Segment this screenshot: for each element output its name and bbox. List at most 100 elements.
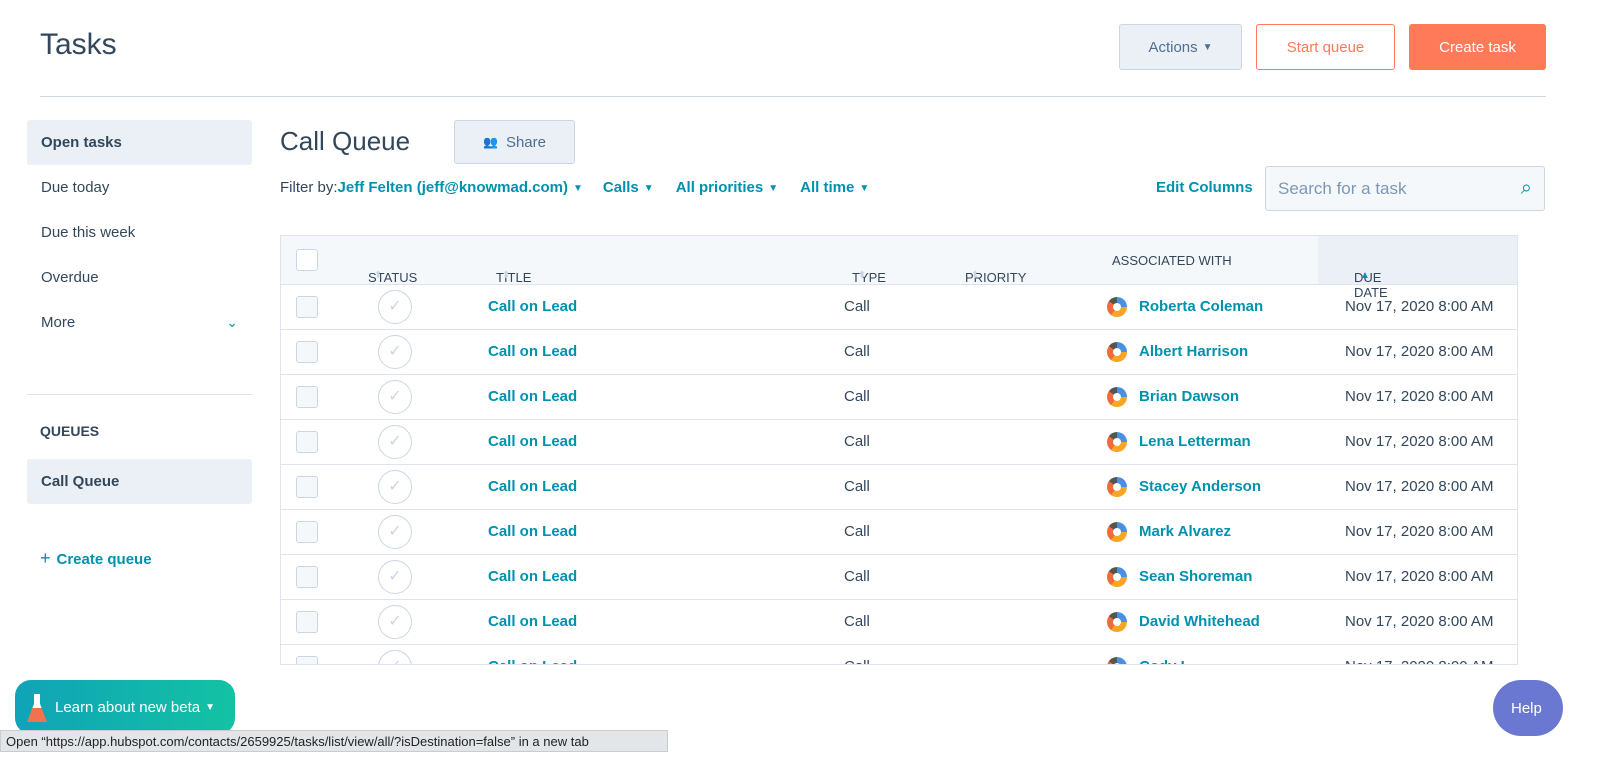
row-checkbox[interactable] — [296, 296, 318, 318]
complete-check-icon[interactable]: ✓ — [378, 515, 412, 549]
column-associated: ASSOCIATED WITH — [1112, 253, 1232, 268]
search-input[interactable]: Search for a task ⌕ — [1265, 166, 1545, 211]
due-date: Nov 17, 2020 8:00 AM — [1345, 613, 1494, 630]
sidebar-item-due-this-week[interactable]: Due this week — [27, 210, 252, 255]
complete-check-icon[interactable]: ✓ — [378, 380, 412, 414]
google-icon — [1107, 477, 1127, 497]
due-date: Nov 17, 2020 8:00 AM — [1345, 388, 1494, 405]
table-header: STATUS ⬍ TITLE ⬍ TYPE ⬍ PRIORITY ⬍ ASSOCIATE… — [281, 236, 1517, 300]
plus-icon: + — [40, 548, 51, 568]
table-row: ✓ Call on Lead Call Albert Harrison Nov … — [281, 330, 1517, 375]
contact-link[interactable]: Lena Letterman — [1139, 433, 1251, 450]
time-filter[interactable]: All time ▼ — [800, 179, 869, 196]
queues-heading: QUEUES — [40, 423, 100, 439]
task-title-link[interactable]: Call on Lead — [488, 523, 577, 540]
task-title-link[interactable]: Call on Lead — [488, 343, 577, 360]
table-row: ✓ Call on Lead Call David Whitehead Nov … — [281, 600, 1517, 645]
page-title: Tasks — [40, 28, 117, 61]
due-date: Nov 17, 2020 8:00 AM — [1345, 658, 1493, 664]
sidebar-item-call-queue[interactable]: Call Queue — [27, 459, 252, 504]
search-icon[interactable]: ⌕ — [1521, 177, 1532, 200]
task-title-link[interactable]: Call on Lead — [488, 658, 577, 664]
owner-filter[interactable]: Jeff Felten (jeff@knowmad.com) ▼ — [338, 179, 583, 196]
share-label: Share — [505, 133, 546, 151]
complete-check-icon[interactable]: ✓ — [378, 290, 412, 324]
task-type: Call — [844, 613, 870, 630]
complete-check-icon[interactable]: ✓ — [378, 335, 412, 369]
complete-check-icon[interactable]: ✓ — [378, 605, 412, 639]
filter-label: Filter by: — [280, 179, 338, 196]
row-checkbox[interactable] — [296, 611, 318, 633]
select-all-checkbox[interactable] — [296, 249, 318, 271]
sidebar-item-overdue[interactable]: Overdue — [27, 255, 252, 300]
row-checkbox[interactable] — [296, 431, 318, 453]
row-checkbox[interactable] — [296, 386, 318, 408]
row-checkbox[interactable] — [296, 521, 318, 543]
row-checkbox[interactable] — [296, 566, 318, 588]
queue-title: Call Queue — [280, 126, 411, 156]
learn-beta-button[interactable]: Learn about new beta ▼ — [15, 680, 235, 734]
complete-check-icon[interactable]: ✓ — [378, 560, 412, 594]
table-row: ✓ Call on Lead Call Lena Letterman Nov 1… — [281, 420, 1517, 465]
start-queue-button[interactable]: Start queue — [1256, 24, 1395, 70]
contact-link[interactable]: David Whitehead — [1139, 613, 1260, 630]
due-date: Nov 17, 2020 8:00 AM — [1345, 568, 1494, 585]
table-row: ✓ Call on Lead Call Mark Alvarez Nov 17,… — [281, 510, 1517, 555]
google-icon — [1107, 612, 1127, 632]
table-row: ✓ Call on Lead Call Sean Shoreman Nov 17… — [281, 555, 1517, 600]
google-icon — [1107, 342, 1127, 362]
task-title-link[interactable]: Call on Lead — [488, 433, 577, 450]
sidebar-item-more[interactable]: More ⌄ — [27, 300, 252, 345]
task-type: Call — [844, 658, 870, 664]
create-task-button[interactable]: Create task — [1409, 24, 1546, 70]
contact-link[interactable]: Mark Alvarez — [1139, 523, 1231, 540]
help-button[interactable]: Help — [1493, 680, 1563, 736]
contact-link[interactable]: Cody L — [1139, 658, 1190, 664]
due-date: Nov 17, 2020 8:00 AM — [1345, 343, 1494, 360]
task-type: Call — [844, 343, 870, 360]
task-title-link[interactable]: Call on Lead — [488, 478, 577, 495]
table-row: ✓ Call on Lead Call Roberta Coleman Nov … — [281, 285, 1517, 330]
contact-link[interactable]: Brian Dawson — [1139, 388, 1239, 405]
actions-button[interactable]: Actions ▼ — [1119, 24, 1242, 70]
task-type: Call — [844, 298, 870, 315]
row-checkbox[interactable] — [296, 656, 318, 664]
sidebar-item-open-tasks[interactable]: Open tasks — [27, 120, 252, 165]
task-title-link[interactable]: Call on Lead — [488, 298, 577, 315]
search-placeholder: Search for a task — [1278, 178, 1407, 198]
chevron-down-icon: ⌄ — [226, 314, 238, 330]
beta-label: Learn about new beta — [55, 698, 201, 716]
contact-link[interactable]: Stacey Anderson — [1139, 478, 1261, 495]
row-checkbox[interactable] — [296, 341, 318, 363]
more-label: More — [41, 314, 76, 331]
tasks-table: STATUS ⬍ TITLE ⬍ TYPE ⬍ PRIORITY ⬍ ASSOCIATE… — [280, 235, 1518, 665]
share-button[interactable]: 👥 Share — [454, 120, 575, 164]
google-icon — [1107, 567, 1127, 587]
google-icon — [1107, 522, 1127, 542]
complete-check-icon[interactable]: ✓ — [378, 470, 412, 504]
task-title-link[interactable]: Call on Lead — [488, 388, 577, 405]
contact-link[interactable]: Sean Shoreman — [1139, 568, 1252, 585]
flask-icon — [27, 694, 47, 722]
complete-check-icon[interactable]: ✓ — [378, 425, 412, 459]
create-queue-label: Create queue — [56, 551, 152, 568]
priority-filter[interactable]: All priorities ▼ — [676, 179, 778, 196]
contact-link[interactable]: Albert Harrison — [1139, 343, 1248, 360]
task-title-link[interactable]: Call on Lead — [488, 613, 577, 630]
due-date: Nov 17, 2020 8:00 AM — [1345, 478, 1494, 495]
type-filter[interactable]: Calls ▼ — [603, 179, 654, 196]
task-type: Call — [844, 433, 870, 450]
table-row: ✓ Call on Lead Call Brian Dawson Nov 17,… — [281, 375, 1517, 420]
caret-down-icon: ▼ — [1202, 41, 1213, 53]
contact-link[interactable]: Roberta Coleman — [1139, 298, 1263, 315]
complete-check-icon[interactable]: ✓ — [378, 650, 412, 664]
google-icon — [1107, 297, 1127, 317]
create-queue-link[interactable]: + Create queue — [40, 548, 152, 569]
edit-columns-link[interactable]: Edit Columns — [1156, 179, 1253, 196]
google-icon — [1107, 432, 1127, 452]
task-title-link[interactable]: Call on Lead — [488, 568, 577, 585]
task-type: Call — [844, 523, 870, 540]
filter-bar: Filter by: Jeff Felten (jeff@knowmad.com… — [280, 179, 869, 196]
row-checkbox[interactable] — [296, 476, 318, 498]
sidebar-item-due-today[interactable]: Due today — [27, 165, 252, 210]
